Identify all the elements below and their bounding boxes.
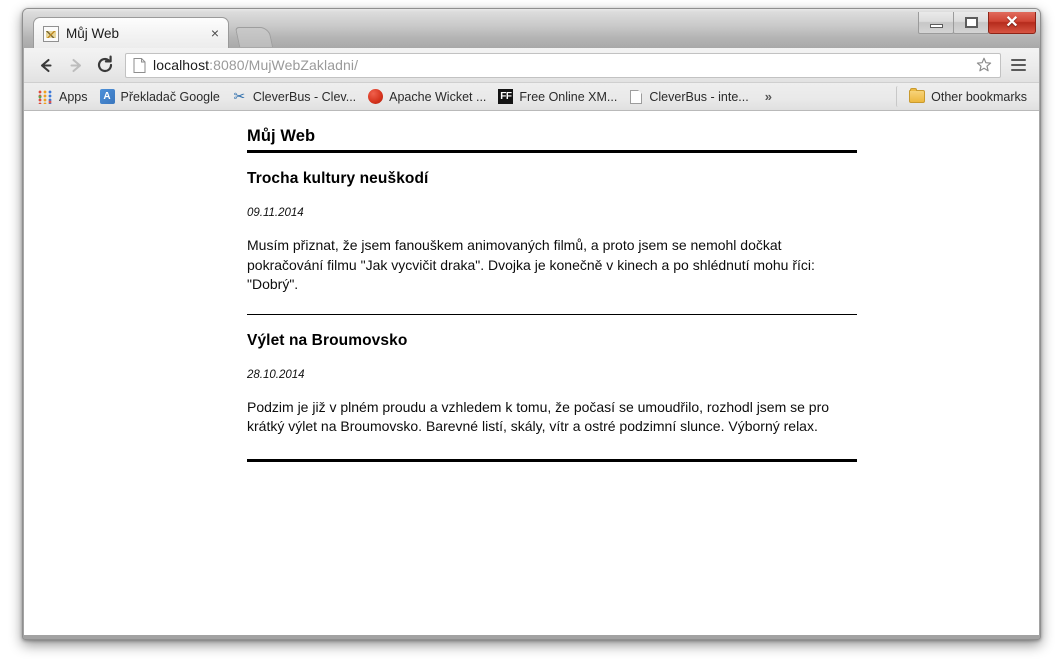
address-bar[interactable]: localhost:8080/MujWebZakladni/ [125, 52, 1001, 78]
browser-window: Můj Web × ✕ localhost:8080/MujWebZakladn… [22, 8, 1041, 640]
bookmark-label: Other bookmarks [931, 89, 1027, 104]
article-date: 28.10.2014 [247, 368, 305, 381]
bookmark-apache-wicket[interactable]: Apache Wicket ... [362, 86, 492, 107]
translate-icon: A [99, 89, 115, 104]
bookmark-label: CleverBus - Clev... [252, 89, 357, 104]
menu-icon-bar [1010, 59, 1026, 61]
bookmark-cleverbus-clev[interactable]: ✂ CleverBus - Clev... [226, 86, 362, 107]
page-icon [133, 57, 146, 73]
bookmark-label: Free Online XM... [519, 89, 618, 104]
maximize-icon [964, 17, 978, 28]
tab-muj-web[interactable]: Můj Web × [33, 17, 229, 49]
bookmark-star-button[interactable] [974, 55, 994, 75]
article-date: 09.11.2014 [247, 207, 304, 219]
back-arrow-icon [40, 58, 52, 72]
article-body: Musím přiznat, že jsem fanouškem animova… [247, 237, 815, 292]
menu-icon-bar [1010, 69, 1026, 71]
bookmark-label: Apache Wicket ... [389, 89, 487, 104]
bookmark-label: Apps [59, 89, 88, 104]
ff-square-icon: FF [498, 89, 514, 104]
page-title: Můj Web [247, 127, 316, 145]
bookmark-label: CleverBus - inte... [649, 89, 749, 104]
new-tab-button[interactable] [234, 27, 274, 47]
menu-icon-bar [1010, 64, 1026, 66]
page-viewport: Můj Web Trocha kultury neuškodí 09.11.20… [24, 111, 1039, 635]
tab-title: Můj Web [66, 26, 120, 41]
bookmark-prekladac-google[interactable]: A Překladač Google [94, 86, 226, 107]
footer-divider [247, 458, 857, 462]
bookmark-apps[interactable]: Apps [32, 86, 94, 107]
address-bar-url: localhost:8080/MujWebZakladni/ [153, 57, 974, 73]
minimize-button[interactable] [918, 12, 954, 34]
folder-icon [909, 88, 926, 103]
bookmarks-overflow-button[interactable]: » [755, 89, 782, 104]
forward-button[interactable] [61, 51, 90, 80]
article-title: Výlet na Broumovsko [247, 331, 408, 349]
broken-image-icon [43, 25, 59, 42]
reload-button[interactable] [90, 51, 119, 80]
close-icon: ✕ [1005, 13, 1019, 31]
close-icon[interactable]: × [208, 26, 222, 41]
star-icon [976, 57, 992, 72]
article-2: Výlet na Broumovsko 28.10.2014 Podzim je… [247, 315, 857, 437]
browser-toolbar: localhost:8080/MujWebZakladni/ [24, 48, 1039, 83]
chrome-menu-button[interactable] [1005, 52, 1031, 78]
bookmark-free-online-xml[interactable]: FF Free Online XM... [492, 86, 623, 107]
scissors-icon: ✂ [233, 88, 246, 104]
bookmark-cleverbus-inte[interactable]: CleverBus - inte... [623, 86, 754, 107]
bookmark-other-bookmarks[interactable]: Other bookmarks [896, 86, 1033, 107]
reload-icon [97, 55, 112, 73]
forward-arrow-icon [70, 58, 82, 72]
minimize-icon [929, 23, 943, 28]
bookmark-label: Překladač Google [120, 89, 220, 104]
apps-grid-icon [38, 89, 53, 104]
address-bar-host: localhost [153, 57, 210, 73]
address-bar-path: :8080/MujWebZakladni/ [209, 57, 359, 73]
article-1: Trocha kultury neuškodí 09.11.2014 Musím… [247, 153, 857, 295]
content-column: Můj Web Trocha kultury neuškodí 09.11.20… [247, 127, 857, 462]
bookmarks-bar: Apps A Překladač Google ✂ CleverBus - Cl… [24, 83, 1039, 111]
back-button[interactable] [32, 51, 61, 80]
tab-strip: Můj Web × [23, 9, 1040, 49]
article-body: Podzim je již v plném proudu a vzhledem … [247, 398, 830, 435]
wicket-dot-icon [368, 89, 384, 104]
window-controls: ✕ [918, 12, 1036, 36]
page-icon [630, 89, 643, 104]
close-window-button[interactable]: ✕ [988, 12, 1036, 34]
page-body: Můj Web Trocha kultury neuškodí 09.11.20… [24, 111, 1039, 462]
maximize-button[interactable] [953, 12, 989, 34]
article-title: Trocha kultury neuškodí [247, 170, 429, 187]
